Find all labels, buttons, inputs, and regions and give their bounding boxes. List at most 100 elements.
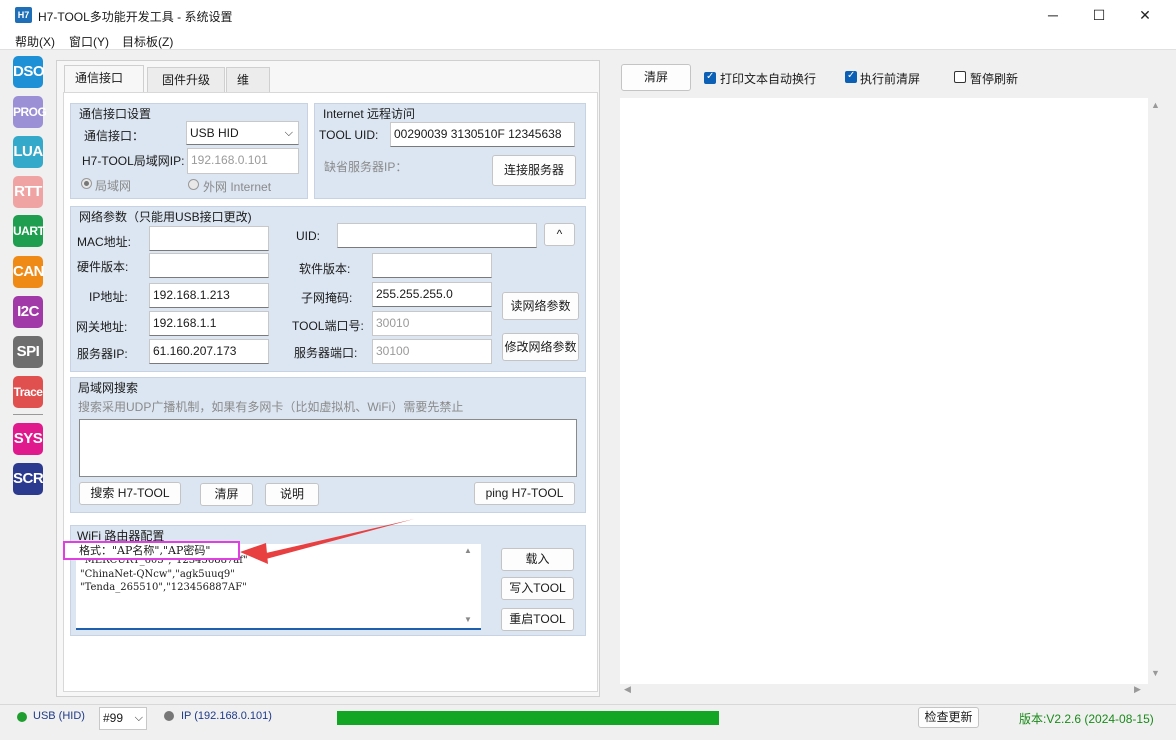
server-port-field[interactable]: 30100 [372,339,492,364]
chevron-down-icon: ⌵ [284,127,293,139]
default-server-label: 缺省服务器IP： [324,160,408,174]
server-ip-label: 服务器IP: [77,347,128,361]
wifi-line-3: "Tenda_265510","123456887AF" [80,582,247,593]
window-title: H7-TOOL多功能开发工具 - 系统设置 [38,10,233,24]
menu-window[interactable]: 窗口(Y) [69,33,109,50]
uid-up-button[interactable]: ^ [544,223,575,246]
server-ip-field[interactable]: 61.160.207.173 [149,339,269,364]
tool-dso-button[interactable]: DSO [13,56,45,88]
pause-checkbox[interactable] [954,71,966,83]
lan-search-hint: 搜索采用UDP广播机制，如果有多网卡（比如虚拟机、WiFi）需要先禁止 [78,400,464,414]
tool-port-field[interactable]: 30010 [372,311,492,336]
tool-scr-button[interactable]: SCR [13,463,44,495]
device-select[interactable]: #99 ⌵ [99,707,147,730]
check-update-button[interactable]: 检查更新 [918,707,979,728]
tool-i2c-button[interactable]: I2C [13,296,43,328]
lan-radio[interactable] [81,178,92,189]
close-button[interactable]: ✕ [1122,0,1168,30]
tool-sys-button[interactable]: SYS [13,423,43,455]
uid-field[interactable] [337,223,537,248]
lan-search-title: 局域网搜索 [78,381,139,395]
tool-port-label: TOOL端口号: [292,319,364,333]
toolbar-separator [13,414,43,415]
tab-maintenance[interactable]: 维护 [226,67,270,111]
modify-network-params-button[interactable]: 修改网络参数 [502,333,579,361]
comm-group-title: 通信接口设置 [79,107,152,121]
menu-target-board[interactable]: 目标板(Z) [122,33,173,50]
connect-server-button[interactable]: 连接服务器 [492,155,576,186]
ip-field[interactable]: 192.168.1.213 [149,283,269,308]
tool-lan-ip-label: H7-TOOL局域网IP: [82,154,185,168]
tool-trace-button[interactable]: Trace [13,376,43,408]
version-label: 版本:V2.2.6 (2024-08-15) [1019,712,1154,726]
app-icon: H7 [15,7,32,23]
mac-field[interactable] [149,226,269,251]
network-group-title: 网络参数（只能用USB接口更改) [79,210,252,224]
iface-select[interactable]: USB HID ⌵ [186,121,299,145]
annotation-arrow-icon [240,519,414,564]
lan-help-button[interactable]: 说明 [265,483,319,506]
ip-status-dot [164,711,174,721]
tool-spi-button[interactable]: SPI [13,336,43,368]
hw-version-field[interactable] [149,253,269,278]
tool-uart-button[interactable]: UART [13,215,45,247]
subnet-mask-label: 子网掩码: [301,291,353,305]
wifi-line-2: "ChinaNet-QNcw","agk5uuq9" [80,569,235,580]
minimize-button[interactable]: ─ [1030,0,1076,30]
tool-can-button[interactable]: CAN [13,256,45,288]
tab-firmware-upgrade[interactable]: 固件升级 [147,67,225,93]
wan-radio-label: 外网 Internet [203,180,272,194]
usb-status-dot [17,712,27,722]
tool-lua-button[interactable]: LUA [13,136,43,168]
lan-clear-button[interactable]: 清屏 [200,483,253,506]
right-clear-button[interactable]: 清屏 [621,64,691,91]
progress-fill [337,711,719,725]
scroll-left-icon[interactable]: ◀ [624,684,631,695]
lan-search-results[interactable] [79,419,577,477]
progress-bar [337,711,719,725]
tool-lan-ip-field[interactable]: 192.168.0.101 [187,148,299,174]
server-port-label: 服务器端口: [294,346,358,360]
device-value: #99 [103,711,124,725]
wifi-write-button[interactable]: 写入TOOL [501,577,574,600]
tool-uid-field[interactable]: 00290039 3130510F 12345638 [390,122,575,147]
search-tool-button[interactable]: 搜索 H7-TOOL [79,482,181,505]
title-bar: H7 H7-TOOL多功能开发工具 - 系统设置 ─ ☐ ✕ [0,0,1176,30]
sw-version-field[interactable] [372,253,492,278]
clear-before-checkbox[interactable] [845,70,857,83]
output-textarea[interactable] [620,98,1148,684]
wrap-checkbox[interactable] [704,71,716,84]
scroll-up-icon[interactable]: ▲ [1151,100,1160,110]
mac-label: MAC地址: [77,235,132,249]
ip-label: IP地址: [89,290,128,304]
maximize-button[interactable]: ☐ [1076,0,1122,30]
wan-radio[interactable] [188,179,199,190]
read-network-params-button[interactable]: 读网络参数 [502,292,579,320]
tool-prog-button[interactable]: PROG [13,96,47,128]
ip-status-label: IP (192.168.0.101) [181,710,272,722]
menu-bar: 帮助(X) 窗口(Y) 目标板(Z) [0,30,1176,50]
scroll-right-icon[interactable]: ▶ [1134,684,1141,695]
sw-version-label: 软件版本: [299,262,351,276]
gateway-field[interactable]: 192.168.1.1 [149,311,269,336]
wifi-format-hint: 格式："AP名称","AP密码" [63,541,240,560]
wifi-load-button[interactable]: 载入 [501,548,574,571]
subnet-mask-field[interactable]: 255.255.255.0 [372,282,492,307]
scroll-down-icon[interactable]: ▼ [1151,668,1160,678]
tool-rtt-button[interactable]: RTT [13,176,43,208]
horizontal-scrollbar[interactable]: ◀ ▶ [620,684,1148,698]
ping-tool-button[interactable]: ping H7-TOOL [474,482,575,505]
usb-status-label: USB (HID) [33,710,85,722]
menu-help[interactable]: 帮助(X) [15,33,55,50]
wrap-label: 打印文本自动换行 [720,72,817,86]
tool-uid-label: TOOL UID: [319,128,379,142]
internet-group-title: Internet 远程访问 [323,107,416,121]
wifi-restart-button[interactable]: 重启TOOL [501,608,574,631]
iface-label: 通信接口： [84,129,145,143]
scroll-down-icon[interactable]: ▼ [464,615,472,624]
lan-radio-label: 局域网 [95,179,132,193]
tab-comm-interface[interactable]: 通信接口 [64,65,144,94]
vertical-scrollbar[interactable]: ▲ ▼ [1148,98,1164,684]
scroll-up-icon[interactable]: ▲ [464,546,472,555]
gateway-label: 网关地址: [76,320,128,334]
